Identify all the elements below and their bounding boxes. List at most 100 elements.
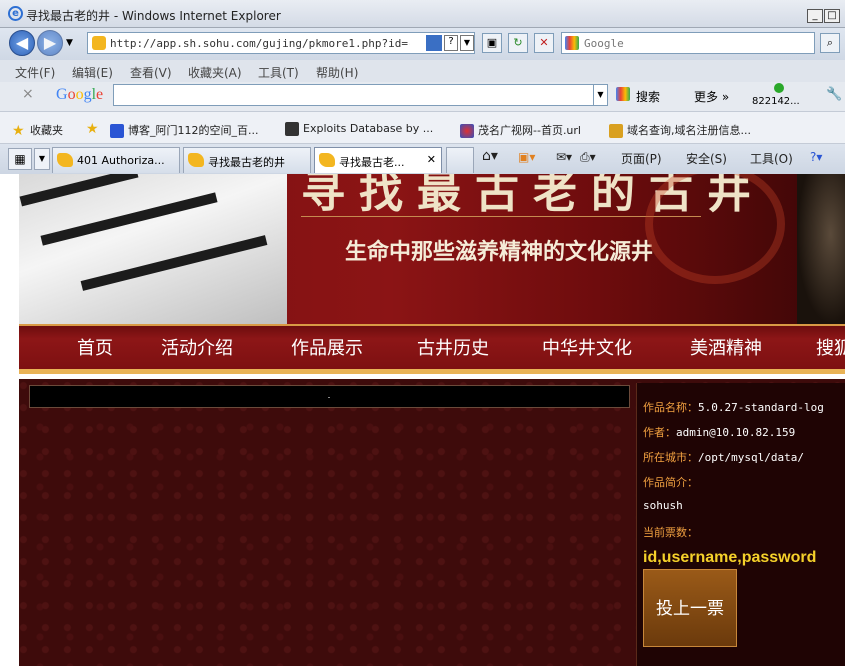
nav-wine[interactable]: 美酒精神 <box>690 334 762 360</box>
help-icon[interactable]: ?▾ <box>810 150 822 164</box>
city-label: 所在城市： <box>643 451 698 464</box>
left-margin <box>0 174 20 666</box>
favorite-item[interactable]: Exploits Database by ... <box>285 122 433 136</box>
ie-logo-icon: e <box>8 6 23 21</box>
intro-value: sohush <box>643 499 683 512</box>
info-name: 作品名称：5.0.27-standard-log <box>643 399 824 415</box>
google-search-button[interactable]: 搜索 <box>636 88 660 105</box>
security-icon[interactable]: ? <box>444 35 458 51</box>
search-icon[interactable]: ⌕ <box>820 33 840 53</box>
nav-sohu[interactable]: 搜狐 <box>816 334 845 360</box>
wine-jar-image <box>797 174 845 324</box>
favorite-item[interactable]: 茂名广视网--首页.url <box>460 122 581 138</box>
compat-view-icon[interactable] <box>426 35 442 51</box>
tab-gujing[interactable]: 寻找最古老的井 <box>183 147 311 173</box>
refresh-button[interactable]: ↻ <box>508 33 528 53</box>
search-placeholder: Google <box>584 37 624 50</box>
site-nav: 首页 活动介绍 作品展示 古井历史 中华井文化 美酒精神 搜狐 <box>19 324 845 374</box>
vote-button[interactable]: 投上一票 <box>643 569 737 647</box>
baidu-icon <box>110 124 124 138</box>
author-label: 作者： <box>643 426 676 439</box>
stop-button[interactable]: ✕ <box>534 33 554 53</box>
rss-icon[interactable]: ▣ <box>482 33 502 53</box>
google-icon <box>565 36 579 50</box>
print-icon[interactable]: ⎙▾ <box>580 150 596 165</box>
wrench-icon[interactable]: 🔧 <box>826 87 842 102</box>
name-value: 5.0.27-standard-log <box>698 401 824 414</box>
name-label: 作品名称： <box>643 401 698 414</box>
google-search-icon <box>616 87 630 101</box>
intro-label: 作品简介： <box>643 476 698 489</box>
star-icon: ★ <box>12 123 25 139</box>
page-favicon-icon <box>92 36 106 50</box>
page-menu[interactable]: 页面(P) <box>621 150 662 167</box>
info-city: 所在城市：/opt/mysql/data/ <box>643 449 804 465</box>
dragon-decoration <box>645 174 785 284</box>
favorite-label: 茂名广视网--首页.url <box>478 124 581 137</box>
tab-active[interactable]: 寻找最古老... ✕ <box>314 147 442 173</box>
home-icon[interactable]: ⌂▾ <box>482 148 498 164</box>
google-logo: Google <box>56 86 104 103</box>
menu-edit[interactable]: 编辑(E) <box>72 64 113 81</box>
search-input[interactable]: Google <box>561 32 815 54</box>
nav-works[interactable]: 作品展示 <box>291 334 363 360</box>
info-author: 作者：admin@10.10.82.159 <box>643 424 795 440</box>
menu-tools[interactable]: 工具(T) <box>258 64 299 81</box>
page-viewport: 寻找最古老的古井 生命中那些滋养精神的文化源井 首页 活动介绍 作品展示 古井历… <box>0 174 845 666</box>
exploit-db-icon <box>285 122 299 136</box>
history-dropdown-icon[interactable]: ▼ <box>66 38 73 48</box>
roof-decoration <box>80 235 268 291</box>
maximize-button[interactable]: □ <box>824 9 840 23</box>
favorite-item[interactable]: 博客_阿门112的空间_百... <box>110 122 259 138</box>
minimize-button[interactable]: _ <box>807 9 823 23</box>
chevron-down-icon[interactable]: ▼ <box>593 85 607 105</box>
roof-decoration <box>19 174 139 207</box>
domain-icon <box>609 124 623 138</box>
address-dropdown-icon[interactable]: ▼ <box>460 35 474 51</box>
favorites-bar: ★ 收藏夹 ★ 博客_阿门112的空间_百... Exploits Databas… <box>0 112 845 144</box>
forward-button[interactable]: ▶ <box>37 30 63 56</box>
mail-icon[interactable]: ✉▾ <box>556 150 572 164</box>
more-button[interactable]: 更多 » <box>694 88 729 105</box>
back-button[interactable]: ◀ <box>9 30 35 56</box>
tab-favicon-icon <box>319 153 335 167</box>
city-value: /opt/mysql/data/ <box>698 451 804 464</box>
nav-home[interactable]: 首页 <box>77 334 113 360</box>
pagerank-count: 822142... <box>752 96 800 107</box>
nav-culture[interactable]: 中华井文化 <box>542 334 632 360</box>
info-intro: 作品简介： <box>643 474 698 490</box>
image-placeholder <box>29 385 630 408</box>
google-search-input[interactable]: ▼ <box>113 84 608 106</box>
nav-history[interactable]: 古井历史 <box>417 334 489 360</box>
tools-menu[interactable]: 工具(O) <box>750 150 793 167</box>
banner-subtitle: 生命中那些滋养精神的文化源井 <box>345 239 654 265</box>
menu-file[interactable]: 文件(F) <box>15 64 55 81</box>
title-bar: e 寻找最古老的井 - Windows Internet Explorer _ … <box>0 0 845 28</box>
safety-menu[interactable]: 安全(S) <box>686 150 727 167</box>
feeds-icon[interactable]: ▣▾ <box>518 150 535 164</box>
favorites-button[interactable]: ★ 收藏夹 <box>12 122 63 138</box>
tab-label: 寻找最古老... <box>339 156 405 169</box>
favorite-item[interactable]: 域名查询,域名注册信息... <box>609 122 751 138</box>
address-bar[interactable]: http://app.sh.sohu.com/gujing/pkmore1.ph… <box>87 32 475 54</box>
nav-activity[interactable]: 活动介绍 <box>161 334 233 360</box>
add-favorite-icon[interactable]: ★ <box>86 121 99 137</box>
info-intro-value: sohush <box>643 499 683 512</box>
roof-decoration <box>40 192 218 246</box>
tab-401[interactable]: 401 Authoriza... <box>52 147 180 173</box>
favorite-label: Exploits Database by ... <box>303 122 434 135</box>
tab-bar: ▦ ▼ 401 Authoriza... 寻找最古老的井 寻找最古老... ✕ ⌂… <box>0 144 845 174</box>
votes-label: 当前票数： <box>643 526 698 539</box>
close-toolbar-icon[interactable]: × <box>22 86 34 102</box>
address-url[interactable]: http://app.sh.sohu.com/gujing/pkmore1.ph… <box>110 37 410 50</box>
address-toolbar: ◀ ▶ ▼ http://app.sh.sohu.com/gujing/pkmo… <box>0 28 845 60</box>
new-tab-button[interactable] <box>446 147 474 173</box>
favorites-label: 收藏夹 <box>30 124 63 137</box>
quick-tabs-icon[interactable]: ▦ <box>8 148 32 170</box>
close-tab-icon[interactable]: ✕ <box>427 153 436 166</box>
menu-help[interactable]: 帮助(H) <box>316 64 358 81</box>
menu-view[interactable]: 查看(V) <box>130 64 172 81</box>
placeholder-dot <box>328 397 330 398</box>
menu-favorites[interactable]: 收藏夹(A) <box>188 64 242 81</box>
tab-list-icon[interactable]: ▼ <box>34 148 50 170</box>
